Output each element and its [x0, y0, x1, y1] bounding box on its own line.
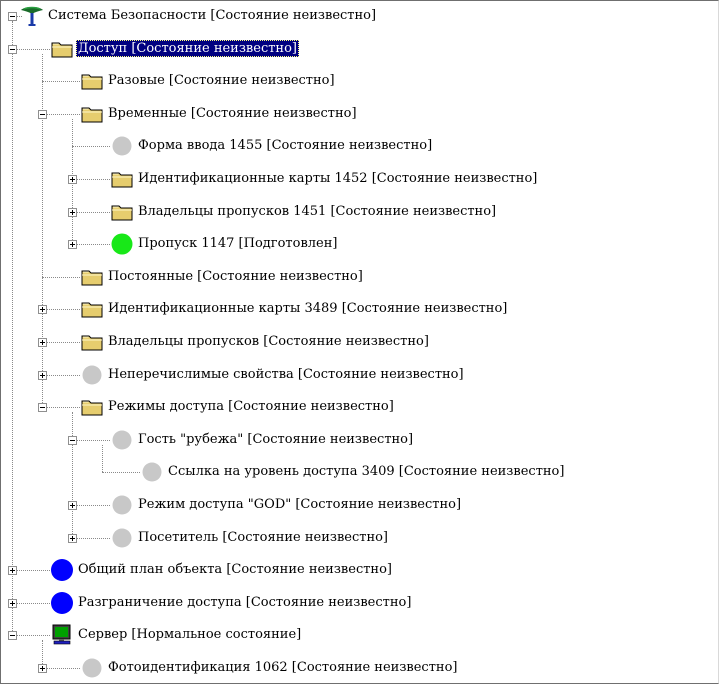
- tree-connector-line: [72, 146, 110, 148]
- tree-connector-line: [42, 309, 80, 311]
- tree-connector-line: [42, 276, 80, 278]
- tree-connector-line: [12, 48, 50, 50]
- tree-item-label-0[interactable]: Система Безопасности [Состояние неизвест…: [46, 7, 378, 24]
- tree-item-label-1[interactable]: Доступ [Состояние неизвестно]: [76, 39, 299, 57]
- collapse-minus-icon[interactable]: [68, 435, 77, 445]
- expand-plus-icon[interactable]: [38, 338, 47, 347]
- tree-item-label-5[interactable]: Идентификационные карты 1452 [Состояние …: [136, 170, 539, 187]
- tree-connector-line: [42, 81, 80, 83]
- tree-connector-line: [72, 179, 110, 180]
- tree-connector-line: [72, 505, 110, 506]
- expand-plus-icon[interactable]: [38, 664, 47, 673]
- expand-plus-icon[interactable]: [68, 175, 77, 184]
- tree-connector-line: [42, 374, 80, 376]
- collapse-minus-icon[interactable]: [8, 631, 17, 641]
- tree-connector-line: [72, 412, 73, 538]
- folder-icon: [80, 69, 104, 97]
- expand-plus-icon[interactable]: [68, 501, 77, 510]
- tree-item-label-4[interactable]: Форма ввода 1455 [Состояние неизвестно]: [136, 137, 434, 154]
- tree-connector-line: [102, 472, 140, 474]
- tree-item-label-6[interactable]: Владельцы пропусков 1451 [Состояние неиз…: [136, 203, 498, 220]
- tree-connector-line: [12, 602, 50, 604]
- circle-gray-icon: [110, 428, 134, 456]
- expand-plus-icon[interactable]: [38, 370, 47, 380]
- circle-blue-icon: [50, 558, 74, 586]
- tree-item-label-2[interactable]: Разовые [Состояние неизвестно]: [106, 72, 337, 89]
- folder-icon: [110, 167, 134, 195]
- circle-gray-icon: [140, 460, 164, 488]
- monitor-icon: [50, 623, 74, 651]
- circle-gray-icon: [110, 493, 134, 521]
- tree-item-label-14[interactable]: Ссылка на уровень доступа 3409 [Состояни…: [166, 463, 566, 480]
- folder-icon: [110, 200, 134, 228]
- tree-item-label-13[interactable]: Гость "рубежа" [Состояние неизвестно]: [136, 431, 415, 448]
- tree-connector-line: [72, 439, 110, 441]
- tree-connector-line: [42, 113, 80, 115]
- tree-connector-line: [42, 53, 43, 408]
- tree-item-label-12[interactable]: Режимы доступа [Состояние неизвестно]: [106, 398, 396, 415]
- circle-blue-icon: [50, 591, 74, 619]
- tree-item-label-9[interactable]: Идентификационные карты 3489 [Состояние …: [106, 300, 509, 317]
- tree-item-label-11[interactable]: Неперечислимые свойства [Состояние неизв…: [106, 366, 466, 383]
- tree-connector-line: [42, 668, 80, 669]
- tree-connector-line: [12, 21, 13, 636]
- tree-connector-line: [42, 407, 80, 409]
- tree-connector-line: [72, 244, 110, 246]
- tree-item-label-17[interactable]: Общий план объекта [Состояние неизвестно…: [76, 561, 394, 578]
- circle-gray-icon: [110, 134, 134, 162]
- collapse-minus-icon[interactable]: [8, 12, 17, 21]
- tree-item-label-19[interactable]: Сервер [Нормальное состояние]: [76, 626, 303, 643]
- tree-item-label-15[interactable]: Режим доступа "GOD" [Состояние неизвестн…: [136, 496, 463, 513]
- tree-item-label-3[interactable]: Временные [Состояние неизвестно]: [106, 105, 359, 122]
- folder-icon: [80, 330, 104, 358]
- collapse-minus-icon[interactable]: [8, 44, 17, 54]
- tree-connector-line: [72, 537, 110, 539]
- expand-plus-icon[interactable]: [38, 305, 47, 315]
- circle-green-icon: [110, 232, 134, 260]
- collapse-minus-icon[interactable]: [38, 403, 47, 413]
- tree-item-label-7[interactable]: Пропуск 1147 [Подготовлен]: [136, 235, 339, 252]
- expand-plus-icon[interactable]: [68, 207, 77, 217]
- circle-gray-icon: [80, 656, 104, 683]
- tree-item-label-8[interactable]: Постоянные [Состояние неизвестно]: [106, 268, 365, 285]
- folder-icon: [80, 102, 104, 130]
- folder-icon: [80, 395, 104, 423]
- globe-icon: [20, 4, 44, 32]
- tree-connector-line: [12, 635, 50, 637]
- expand-plus-icon[interactable]: [68, 240, 77, 250]
- circle-gray-icon: [80, 363, 104, 391]
- circle-gray-icon: [110, 526, 134, 554]
- expand-plus-icon[interactable]: [68, 533, 77, 543]
- security-tree[interactable]: Система Безопасности [Состояние неизвест…: [1, 1, 718, 683]
- tree-connector-line: [72, 211, 110, 213]
- tree-item-label-20[interactable]: Фотоидентификация 1062 [Состояние неизве…: [106, 659, 459, 676]
- expand-plus-icon[interactable]: [8, 598, 17, 608]
- expand-plus-icon[interactable]: [8, 566, 17, 576]
- tree-item-label-10[interactable]: Владельцы пропусков [Состояние неизвестн…: [106, 333, 431, 350]
- folder-icon: [80, 265, 104, 293]
- folder-icon: [50, 37, 74, 65]
- tree-item-label-16[interactable]: Посетитель [Состояние неизвестно]: [136, 529, 390, 546]
- tree-connector-line: [42, 342, 80, 343]
- tree-item-label-18[interactable]: Разграничение доступа [Состояние неизвес…: [76, 594, 413, 611]
- tree-connector-line: [102, 444, 103, 473]
- tree-view-panel: Система Безопасности [Состояние неизвест…: [0, 0, 719, 684]
- collapse-minus-icon[interactable]: [38, 109, 47, 119]
- tree-connector-line: [12, 570, 50, 572]
- folder-icon: [80, 297, 104, 325]
